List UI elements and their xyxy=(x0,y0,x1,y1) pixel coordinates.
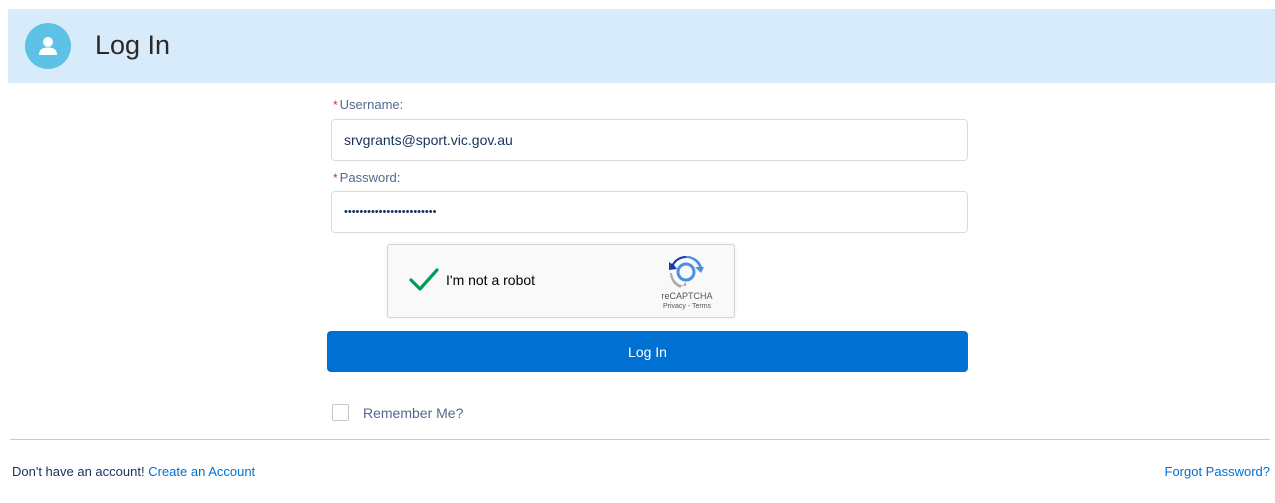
captcha-brand: reCAPTCHA xyxy=(661,291,713,301)
recaptcha-logo-icon xyxy=(669,255,704,289)
captcha-links[interactable]: Privacy - Terms xyxy=(641,302,733,311)
username-input[interactable]: srvgrants@sport.vic.gov.au xyxy=(331,119,968,161)
password-label: * Password: xyxy=(333,170,400,186)
username-value: srvgrants@sport.vic.gov.au xyxy=(344,132,513,148)
signup-prompt-text: Don't have an account! xyxy=(12,464,145,479)
recaptcha-widget[interactable]: I'm not a robot reCAPTCHA Privacy - Term… xyxy=(387,244,735,318)
divider xyxy=(10,439,1270,440)
password-label-text: Password: xyxy=(339,170,401,185)
remember-me-row[interactable]: Remember Me? xyxy=(332,404,463,421)
username-label-text: Username: xyxy=(339,97,404,112)
required-marker: * xyxy=(333,98,338,112)
password-value: •••••••••••••••••••••••• xyxy=(344,206,437,218)
login-button[interactable]: Log In xyxy=(327,331,968,372)
page-title: Log In xyxy=(95,30,171,60)
remember-me-checkbox[interactable] xyxy=(332,404,349,421)
user-avatar xyxy=(25,23,71,69)
forgot-password-link[interactable]: Forgot Password? xyxy=(1165,464,1271,479)
user-icon xyxy=(39,37,57,55)
checkmark-icon[interactable] xyxy=(408,267,440,293)
required-marker: * xyxy=(333,171,338,185)
captcha-label: I'm not a robot xyxy=(446,272,536,288)
page-header: Log In xyxy=(8,9,1275,83)
signup-prompt: Don't have an account! Create an Account xyxy=(12,464,255,479)
forgot-password-container: Forgot Password? xyxy=(1165,464,1271,479)
password-input[interactable]: •••••••••••••••••••••••• xyxy=(331,191,968,233)
remember-me-label[interactable]: Remember Me? xyxy=(363,405,463,421)
username-label: * Username: xyxy=(333,97,403,113)
create-account-link[interactable]: Create an Account xyxy=(148,464,255,479)
